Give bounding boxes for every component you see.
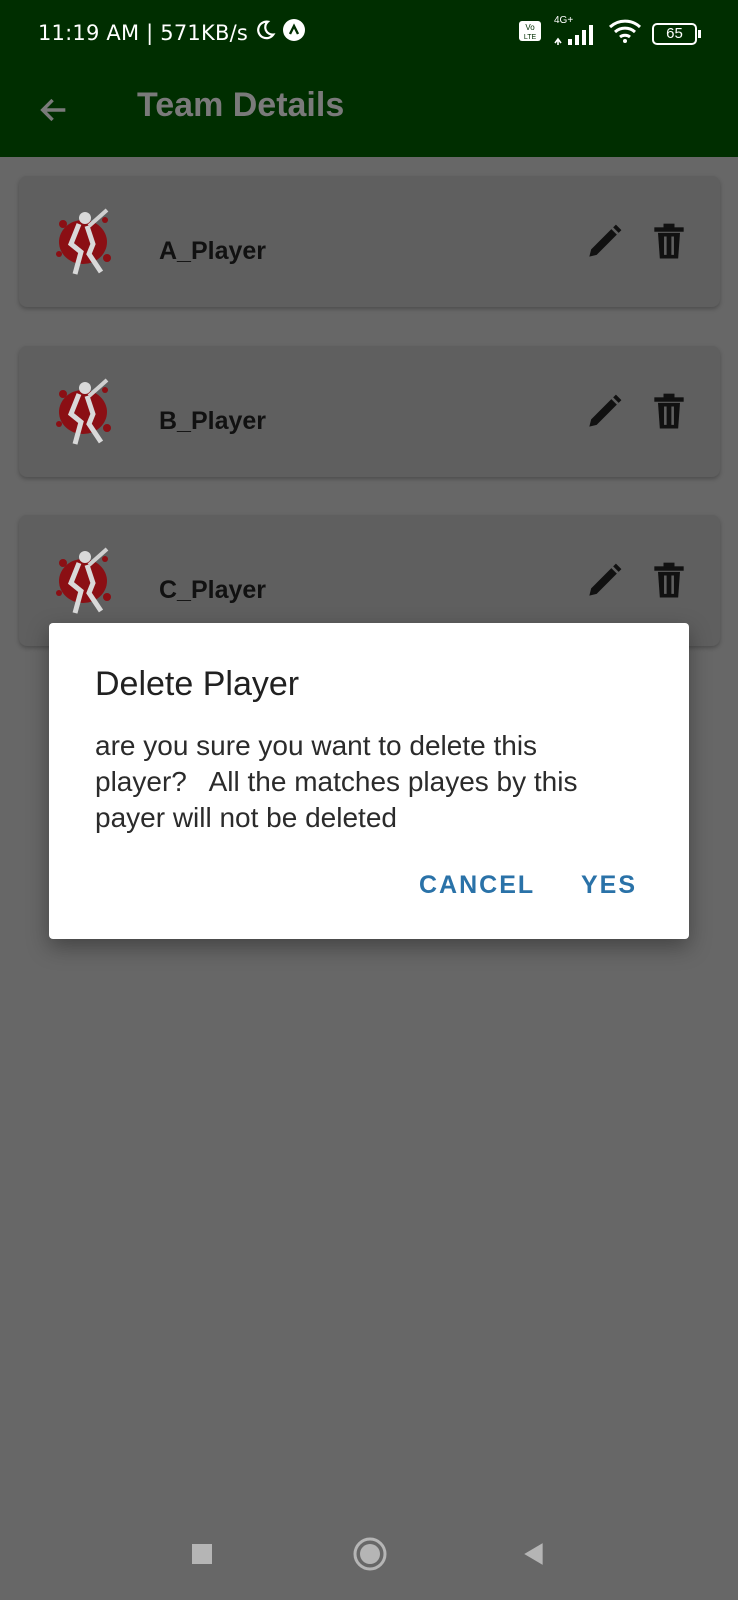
arrow-left-icon [37, 93, 71, 132]
svg-text:LTE: LTE [524, 34, 537, 41]
moon-icon [254, 19, 276, 46]
player-name: A_Player [159, 237, 267, 265]
player-name: B_Player [159, 407, 267, 435]
page-title: Team Details [137, 86, 345, 124]
cricket-player-avatar-icon [49, 204, 119, 280]
pencil-icon [589, 394, 622, 427]
dialog-title: Delete Player [95, 665, 300, 703]
status-left: 11:19 AM | 571KB/s [38, 18, 306, 47]
battery-icon: 65 [652, 22, 702, 46]
dialog-message: are you sure you want to delete this pla… [95, 730, 586, 833]
svg-text:Vo: Vo [525, 23, 535, 32]
delete-button[interactable] [647, 220, 691, 264]
delete-player-dialog: Delete Player are you sure you want to d… [49, 623, 689, 939]
recents-button[interactable] [180, 1532, 224, 1576]
status-right: Vo LTE 4G+ 65 [518, 15, 702, 49]
back-button[interactable] [26, 84, 82, 140]
battery-level: 65 [666, 24, 683, 42]
edit-button[interactable] [582, 220, 626, 264]
cricket-player-avatar-icon [49, 374, 119, 450]
circle-home-icon [353, 1537, 387, 1571]
back-nav-button[interactable] [512, 1532, 556, 1576]
triangle-back-icon [524, 1543, 543, 1565]
yes-button[interactable]: YES [581, 871, 637, 900]
status-bar: 11:19 AM | 571KB/s Vo LTE 4G+ 65 [0, 0, 738, 66]
wifi-icon [608, 18, 642, 49]
volte-icon: Vo LTE [518, 20, 542, 47]
pencil-icon [589, 224, 622, 257]
cricket-player-avatar-icon [49, 543, 119, 619]
signal-icon: 4G+ [552, 15, 598, 47]
system-nav-bar [0, 1506, 738, 1600]
trash-icon [654, 562, 684, 598]
pencil-icon [589, 563, 622, 596]
edit-button[interactable] [582, 390, 626, 434]
app-bar: Team Details [0, 66, 738, 157]
edit-button[interactable] [582, 559, 626, 603]
trash-icon [654, 393, 684, 429]
player-card[interactable]: A_Player [19, 176, 720, 307]
home-button[interactable] [348, 1532, 392, 1576]
status-time-speed: 11:19 AM | 571KB/s [38, 20, 248, 45]
square-icon [192, 1544, 212, 1564]
cancel-button[interactable]: CANCEL [419, 871, 535, 900]
player-card[interactable]: B_Player [19, 346, 720, 477]
delete-button[interactable] [647, 559, 691, 603]
app-notification-icon [282, 18, 306, 47]
delete-button[interactable] [647, 390, 691, 434]
trash-icon [654, 223, 684, 259]
